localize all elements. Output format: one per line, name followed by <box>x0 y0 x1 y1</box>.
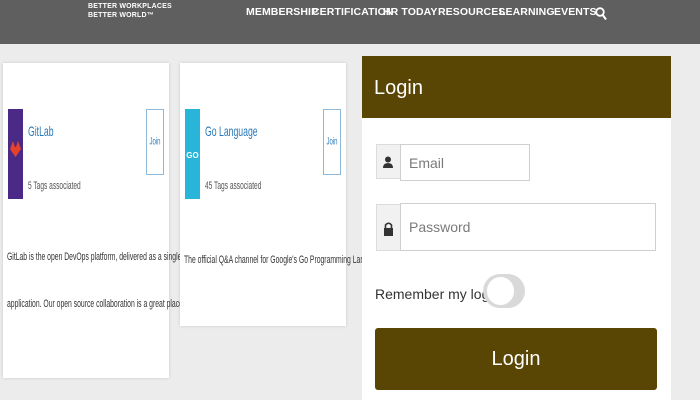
nav-membership[interactable]: MEMBERSHIP <box>246 6 318 20</box>
card-description-line-1: The official Q&A channel for Google's Go… <box>184 254 385 266</box>
card-title[interactable]: GitLab <box>28 123 54 139</box>
lock-icon <box>384 222 393 236</box>
community-card-go-language: GO Go Language 45 Tags associated Join T… <box>180 63 385 326</box>
join-button[interactable]: Join <box>323 109 341 175</box>
card-tags-count: 45 Tags associated <box>205 180 262 192</box>
nav-hr-today[interactable]: HR TODAY <box>383 6 437 20</box>
remember-login-toggle[interactable] <box>483 274 525 308</box>
site-tagline[interactable]: BETTER WORKPLACES BETTER WORLD™ <box>88 2 172 20</box>
remember-login-label: Remember my login <box>375 286 501 302</box>
go-logo-text: GO <box>186 151 198 160</box>
card-description-line-2: application. Our open source collaborati… <box>7 298 210 310</box>
community-card-gitlab: GitLab 5 Tags associated Join GitLab is … <box>3 63 209 378</box>
user-icon <box>383 156 393 168</box>
join-button-label: Join <box>149 136 161 148</box>
join-button[interactable]: Join <box>146 109 164 175</box>
email-addon <box>376 144 400 179</box>
card-title[interactable]: Go Language <box>205 123 258 139</box>
gitlab-fox-icon <box>10 141 21 157</box>
password-addon <box>376 204 400 251</box>
go-logo: GO <box>185 109 200 199</box>
go-gopher-icon: GO <box>186 151 198 160</box>
nav-resources[interactable]: RESOURCES <box>438 6 505 20</box>
join-button-label: Join <box>326 136 338 148</box>
login-button[interactable]: Login <box>375 328 657 390</box>
card-description-line-1: GitLab is the open DevOps platform, deli… <box>7 251 182 263</box>
login-title: Login <box>374 77 423 99</box>
search-icon[interactable] <box>595 7 607 21</box>
login-panel-header: Login <box>362 56 671 118</box>
password-input[interactable] <box>400 203 656 251</box>
toggle-knob <box>487 277 514 305</box>
top-navigation-bar: BETTER WORKPLACES BETTER WORLD™ MEMBERSH… <box>0 0 700 44</box>
email-input[interactable] <box>400 144 530 181</box>
nav-events[interactable]: EVENTS <box>554 6 597 20</box>
tagline-line-1: BETTER WORKPLACES <box>88 3 172 10</box>
tagline-line-2: BETTER WORLD™ <box>88 12 154 19</box>
card-tags-count: 5 Tags associated <box>28 180 81 192</box>
nav-certification[interactable]: CERTIFICATION <box>312 6 394 20</box>
nav-learning[interactable]: LEARNING <box>499 6 555 20</box>
gitlab-logo <box>8 109 23 199</box>
